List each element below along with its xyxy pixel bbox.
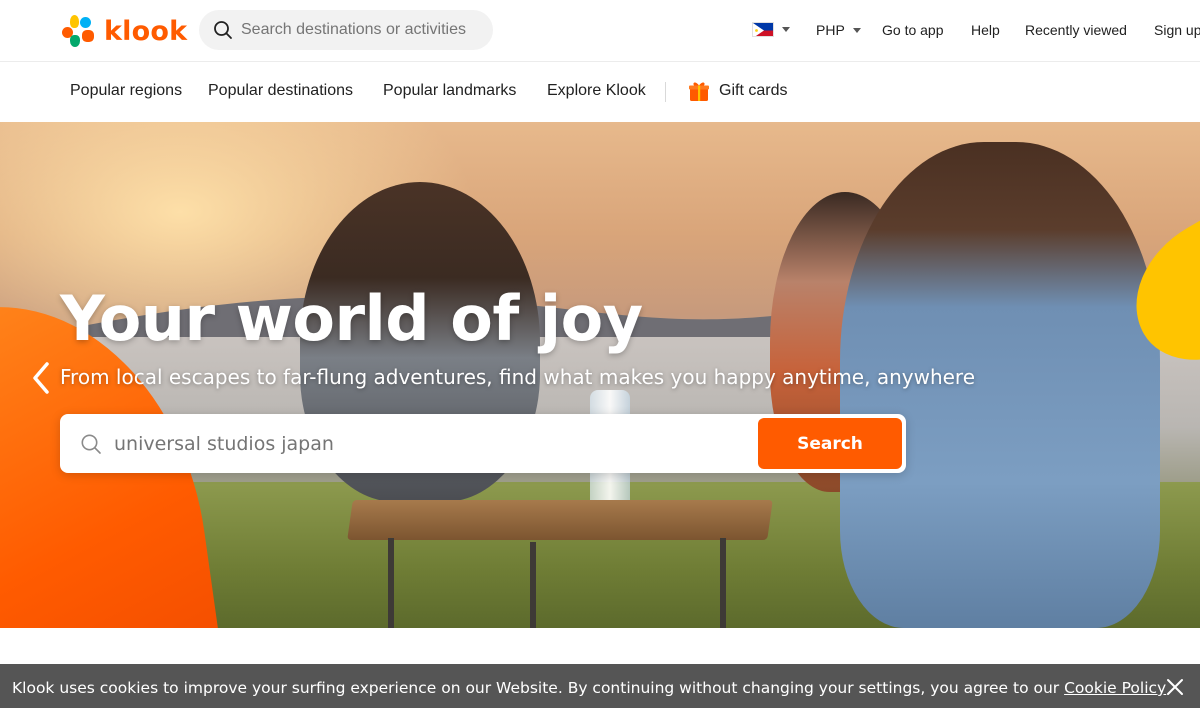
hero-banner: Your world of joy From local escapes to … bbox=[0, 122, 1200, 628]
header-search-input[interactable] bbox=[239, 20, 489, 40]
gift-cards-link[interactable]: Gift cards bbox=[688, 80, 787, 102]
nav-explore-klook[interactable]: Explore Klook bbox=[547, 82, 646, 100]
klook-logo[interactable]: klook bbox=[58, 13, 187, 49]
cookie-message: Klook uses cookies to improve your surfi… bbox=[12, 679, 1166, 697]
chevron-left-icon[interactable] bbox=[28, 360, 56, 396]
hero-table-leg bbox=[720, 538, 726, 628]
hero-table-leg bbox=[388, 538, 394, 628]
header-search-bar[interactable] bbox=[199, 10, 493, 50]
nav-popular-destinations[interactable]: Popular destinations bbox=[208, 82, 353, 100]
gift-cards-label: Gift cards bbox=[719, 82, 788, 99]
hero-table-leg bbox=[530, 542, 536, 628]
nav-popular-landmarks[interactable]: Popular landmarks bbox=[383, 82, 516, 100]
philippines-flag-icon bbox=[752, 22, 774, 37]
currency-selector[interactable]: PHP bbox=[816, 22, 861, 38]
hero-search-button[interactable]: Search bbox=[758, 418, 902, 469]
cookie-banner: Klook uses cookies to improve your surfi… bbox=[0, 664, 1200, 708]
klook-logo-icon bbox=[58, 13, 96, 49]
gift-icon bbox=[689, 82, 709, 101]
nav-popular-regions[interactable]: Popular regions bbox=[70, 82, 182, 100]
nav-divider bbox=[665, 82, 666, 102]
hero-title: Your world of joy bbox=[60, 282, 643, 355]
sign-up-link[interactable]: Sign up bbox=[1154, 22, 1200, 38]
cookie-policy-link[interactable]: Cookie Policy bbox=[1064, 679, 1166, 697]
brand-name: klook bbox=[104, 15, 188, 47]
chevron-down-icon bbox=[782, 27, 790, 32]
recently-viewed-link[interactable]: Recently viewed bbox=[1025, 22, 1127, 38]
hero-search-bar[interactable]: Search bbox=[60, 414, 906, 473]
category-nav: Popular regions Popular destinations Pop… bbox=[0, 62, 1200, 122]
go-to-app-link[interactable]: Go to app bbox=[882, 22, 944, 38]
locale-selector[interactable] bbox=[752, 22, 790, 37]
hero-search-input[interactable] bbox=[112, 431, 732, 456]
search-icon bbox=[80, 433, 102, 455]
currency-label: PHP bbox=[816, 22, 845, 38]
help-link[interactable]: Help bbox=[971, 22, 1000, 38]
hero-subtitle: From local escapes to far-flung adventur… bbox=[60, 365, 976, 389]
close-icon[interactable] bbox=[1166, 678, 1184, 696]
cookie-text: Klook uses cookies to improve your surfi… bbox=[12, 679, 1065, 697]
chevron-down-icon bbox=[852, 27, 861, 33]
hero-table-image bbox=[347, 500, 773, 540]
search-icon bbox=[214, 21, 232, 39]
top-header: klook PHP Go to app Help Recently viewed… bbox=[0, 0, 1200, 62]
